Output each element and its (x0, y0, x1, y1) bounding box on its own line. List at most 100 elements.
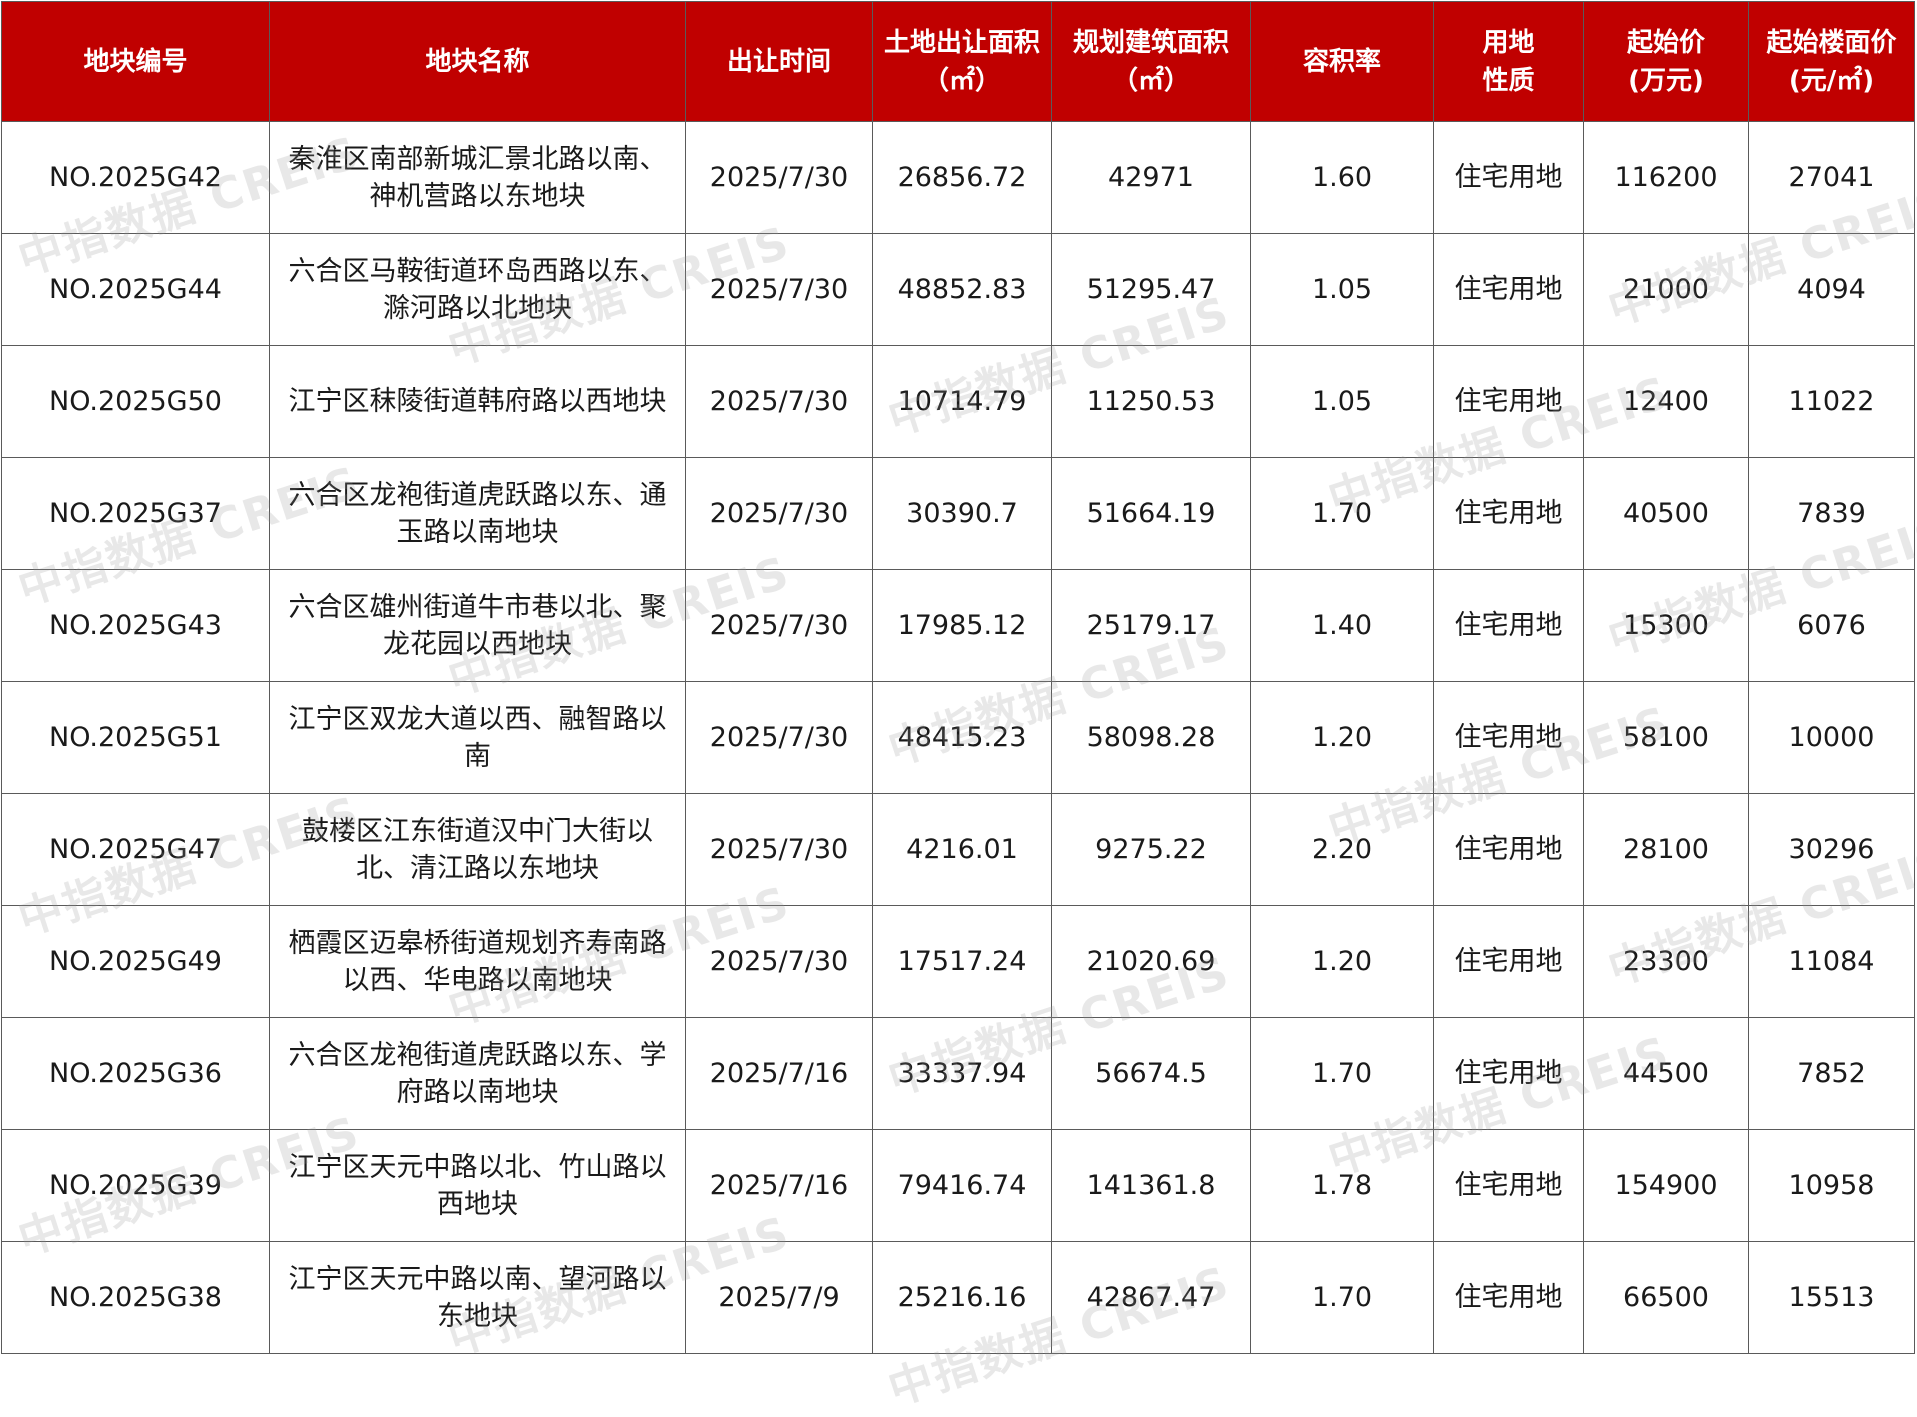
cell-transfer-date: 2025/7/30 (685, 681, 873, 794)
cell-starting-price: 12400 (1583, 345, 1749, 458)
cell-parcel-code: NO.2025G37 (1, 457, 270, 570)
header-starting-price: 起始价 (万元) (1583, 1, 1749, 122)
cell-starting-floor-price: 6076 (1748, 569, 1915, 682)
cell-plot-ratio: 1.70 (1250, 1017, 1434, 1130)
cell-parcel-name: 栖霞区迈皋桥街道规划齐寿南路以西、华电路以南地块 (269, 905, 686, 1018)
cell-planned-floor-area: 42971 (1051, 121, 1251, 234)
cell-parcel-code: NO.2025G44 (1, 233, 270, 346)
cell-land-use: 住宅用地 (1433, 1017, 1584, 1130)
cell-planned-floor-area: 51295.47 (1051, 233, 1251, 346)
cell-starting-price: 15300 (1583, 569, 1749, 682)
cell-starting-floor-price: 15513 (1748, 1241, 1915, 1354)
cell-parcel-code: NO.2025G50 (1, 345, 270, 458)
cell-starting-floor-price: 11022 (1748, 345, 1915, 458)
cell-land-area: 26856.72 (872, 121, 1052, 234)
header-starting-price-line: (万元) (1628, 65, 1704, 96)
cell-planned-floor-area: 25179.17 (1051, 569, 1251, 682)
cell-transfer-date: 2025/7/30 (685, 457, 873, 570)
table-row: NO.2025G47 鼓楼区江东街道汉中门大街以北、清江路以东地块 2025/7/3… (1, 793, 1915, 906)
cell-starting-price: 154900 (1583, 1129, 1749, 1242)
cell-land-area: 33337.94 (872, 1017, 1052, 1130)
cell-starting-floor-price: 10000 (1748, 681, 1915, 794)
header-starting-price-line: 起始价 (1626, 27, 1705, 58)
table-row: NO.2025G42 秦淮区南部新城汇景北路以南、神机营路以东地块 2025/7/3… (1, 121, 1915, 234)
table-row: NO.2025G51 江宁区双龙大道以西、融智路以南 2025/7/30 48415.… (1, 681, 1915, 794)
cell-land-area: 30390.7 (872, 457, 1052, 570)
table-body: NO.2025G42 秦淮区南部新城汇景北路以南、神机营路以东地块 2025/7/3… (1, 121, 1915, 1354)
cell-planned-floor-area: 51664.19 (1051, 457, 1251, 570)
header-land-area-line: 土地出让面积 (883, 27, 1040, 58)
cell-land-area: 17517.24 (872, 905, 1052, 1018)
table-row: NO.2025G38 江宁区天元中路以南、望河路以东地块 2025/7/9 25216… (1, 1241, 1915, 1354)
cell-parcel-name: 六合区雄州街道牛市巷以北、聚龙花园以西地块 (269, 569, 686, 682)
cell-transfer-date: 2025/7/16 (685, 1129, 873, 1242)
cell-transfer-date: 2025/7/30 (685, 233, 873, 346)
header-starting-floor-price-line: 起始楼面价 (1766, 27, 1897, 58)
cell-starting-price: 58100 (1583, 681, 1749, 794)
cell-parcel-name: 鼓楼区江东街道汉中门大街以北、清江路以东地块 (269, 793, 686, 906)
cell-parcel-name: 江宁区秣陵街道韩府路以西地块 (269, 345, 686, 458)
cell-parcel-name: 六合区龙袍街道虎跃路以东、通玉路以南地块 (269, 457, 686, 570)
cell-plot-ratio: 1.05 (1250, 345, 1434, 458)
cell-plot-ratio: 1.78 (1250, 1129, 1434, 1242)
cell-plot-ratio: 1.05 (1250, 233, 1434, 346)
cell-parcel-code: NO.2025G42 (1, 121, 270, 234)
header-starting-floor-price-line: (元/㎡) (1788, 65, 1875, 96)
cell-land-area: 48415.23 (872, 681, 1052, 794)
table-row: NO.2025G43 六合区雄州街道牛市巷以北、聚龙花园以西地块 2025/7/30… (1, 569, 1915, 682)
cell-transfer-date: 2025/7/30 (685, 905, 873, 1018)
header-planned-floor-area-line: 规划建筑面积 (1072, 27, 1229, 58)
header-land-area: 土地出让面积 （㎡） (872, 1, 1052, 122)
cell-plot-ratio: 1.60 (1250, 121, 1434, 234)
cell-parcel-name: 江宁区天元中路以北、竹山路以西地块 (269, 1129, 686, 1242)
cell-land-area: 25216.16 (872, 1241, 1052, 1354)
cell-plot-ratio: 1.70 (1250, 457, 1434, 570)
cell-planned-floor-area: 56674.5 (1051, 1017, 1251, 1130)
cell-land-area: 4216.01 (872, 793, 1052, 906)
cell-transfer-date: 2025/7/9 (685, 1241, 873, 1354)
cell-transfer-date: 2025/7/30 (685, 569, 873, 682)
header-planned-floor-area-line: （㎡） (1111, 65, 1190, 96)
cell-starting-floor-price: 10958 (1748, 1129, 1915, 1242)
cell-planned-floor-area: 141361.8 (1051, 1129, 1251, 1242)
cell-transfer-date: 2025/7/30 (685, 793, 873, 906)
cell-parcel-code: NO.2025G47 (1, 793, 270, 906)
cell-starting-price: 40500 (1583, 457, 1749, 570)
cell-parcel-code: NO.2025G51 (1, 681, 270, 794)
cell-land-use: 住宅用地 (1433, 233, 1584, 346)
header-starting-floor-price: 起始楼面价 (元/㎡) (1748, 1, 1915, 122)
table-row: NO.2025G49 栖霞区迈皋桥街道规划齐寿南路以西、华电路以南地块 2025/7… (1, 905, 1915, 1018)
header-planned-floor-area: 规划建筑面积 （㎡） (1051, 1, 1251, 122)
cell-parcel-code: NO.2025G39 (1, 1129, 270, 1242)
cell-starting-price: 66500 (1583, 1241, 1749, 1354)
header-parcel-code-line: 地块编号 (83, 46, 188, 77)
cell-transfer-date: 2025/7/16 (685, 1017, 873, 1130)
cell-plot-ratio: 1.40 (1250, 569, 1434, 682)
land-parcel-table: 地块编号 地块名称 出让时间 土地出让面积 （㎡） 规划建筑面积 （㎡） 容积率 用地 性质 起始价… (1, 1, 1915, 1354)
cell-starting-price: 44500 (1583, 1017, 1749, 1130)
cell-land-area: 10714.79 (872, 345, 1052, 458)
cell-starting-price: 21000 (1583, 233, 1749, 346)
table-row: NO.2025G37 六合区龙袍街道虎跃路以东、通玉路以南地块 2025/7/30 3… (1, 457, 1915, 570)
cell-starting-floor-price: 4094 (1748, 233, 1915, 346)
cell-starting-floor-price: 7852 (1748, 1017, 1915, 1130)
cell-starting-price: 23300 (1583, 905, 1749, 1018)
cell-transfer-date: 2025/7/30 (685, 121, 873, 234)
cell-parcel-name: 六合区龙袍街道虎跃路以东、学府路以南地块 (269, 1017, 686, 1130)
cell-land-use: 住宅用地 (1433, 905, 1584, 1018)
header-land-area-line: （㎡） (922, 65, 1001, 96)
cell-parcel-code: NO.2025G38 (1, 1241, 270, 1354)
cell-parcel-code: NO.2025G49 (1, 905, 270, 1018)
cell-parcel-name: 江宁区天元中路以南、望河路以东地块 (269, 1241, 686, 1354)
header-parcel-name-line: 地块名称 (425, 46, 530, 77)
cell-plot-ratio: 1.70 (1250, 1241, 1434, 1354)
cell-planned-floor-area: 42867.47 (1051, 1241, 1251, 1354)
cell-land-use: 住宅用地 (1433, 793, 1584, 906)
cell-transfer-date: 2025/7/30 (685, 345, 873, 458)
cell-land-use: 住宅用地 (1433, 121, 1584, 234)
table-header-row: 地块编号 地块名称 出让时间 土地出让面积 （㎡） 规划建筑面积 （㎡） 容积率 用地 性质 起始价… (1, 1, 1915, 122)
table-row: NO.2025G36 六合区龙袍街道虎跃路以东、学府路以南地块 2025/7/16 3… (1, 1017, 1915, 1130)
header-plot-ratio: 容积率 (1250, 1, 1434, 122)
header-parcel-name: 地块名称 (269, 1, 686, 122)
table-row: NO.2025G44 六合区马鞍街道环岛西路以东、滁河路以北地块 2025/7/30… (1, 233, 1915, 346)
